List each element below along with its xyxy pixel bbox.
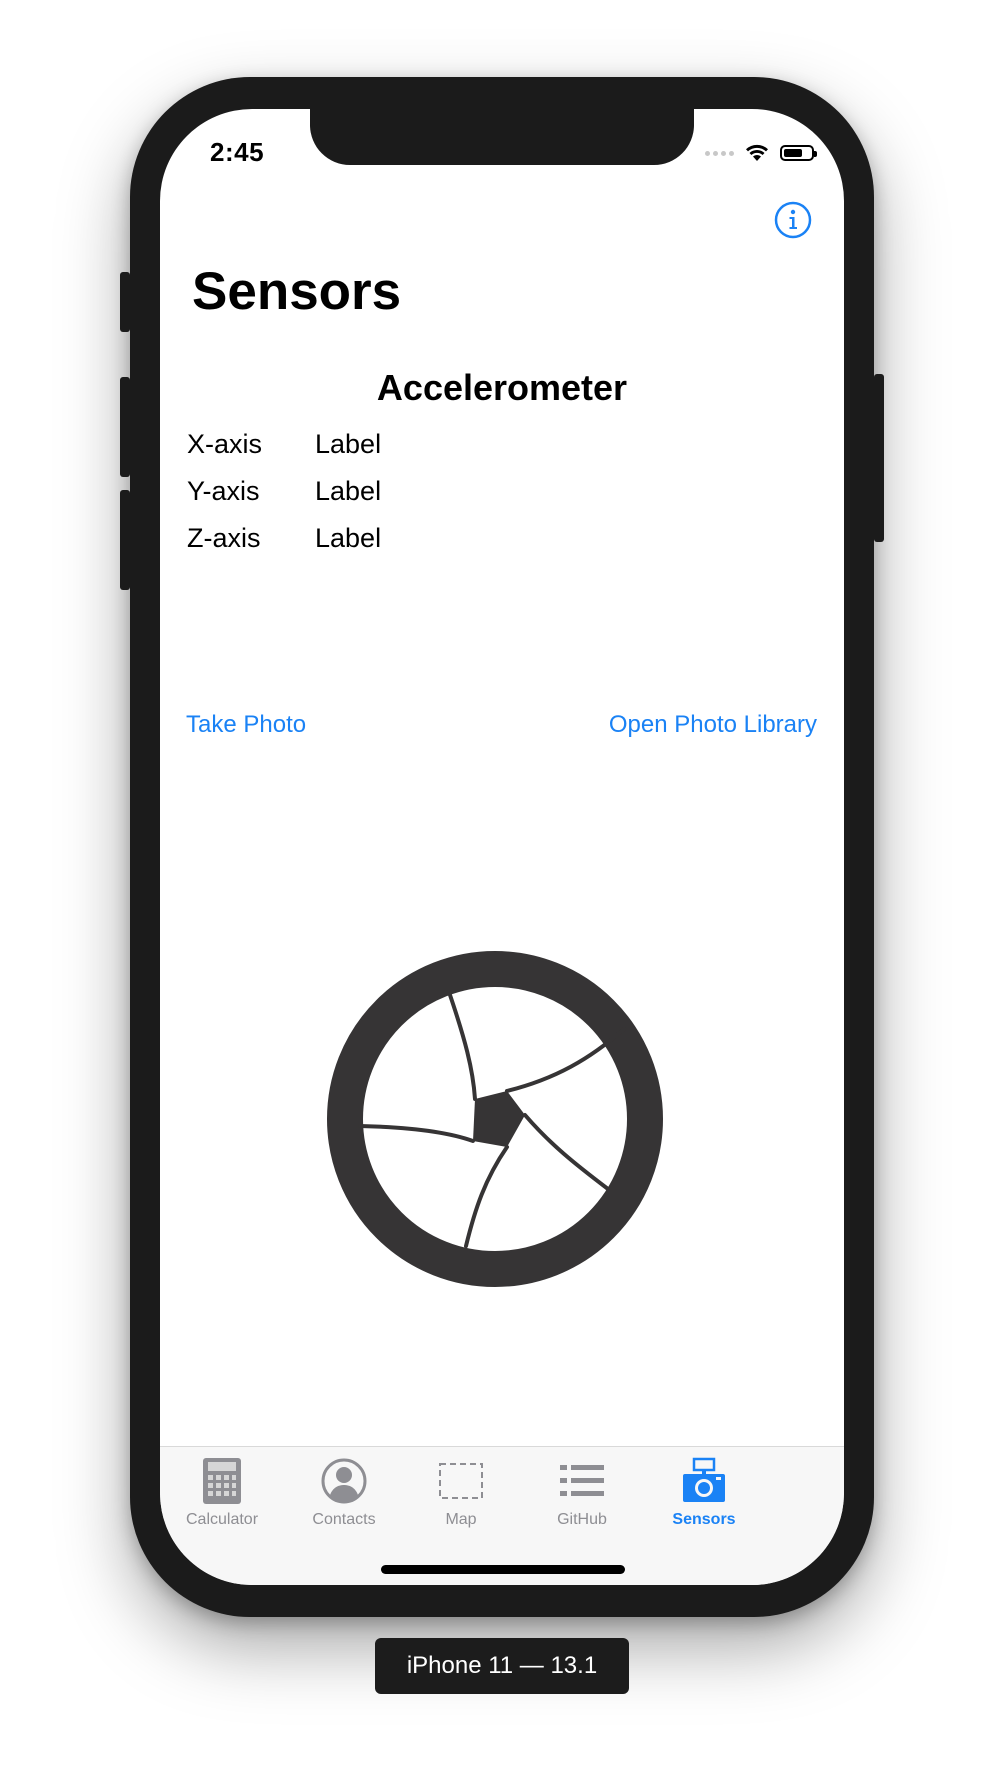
power-button — [874, 374, 884, 542]
dashed-square-icon — [439, 1463, 483, 1499]
tab-github[interactable]: GitHub — [522, 1457, 642, 1533]
simulator-stage: 2:45 Sensors Accelerometer X-axis Label … — [0, 0, 1002, 1766]
camera-aperture-icon — [327, 951, 663, 1287]
calculator-icon — [203, 1458, 241, 1504]
open-photo-library-button[interactable]: Open Photo Library — [609, 711, 817, 739]
notch — [310, 109, 694, 165]
y-axis-label: Y-axis — [187, 476, 260, 506]
z-axis-value: Label — [315, 523, 382, 553]
home-indicator[interactable] — [381, 1565, 625, 1574]
tab-calculator[interactable]: Calculator — [160, 1457, 284, 1533]
tab-sensors[interactable]: Sensors — [644, 1457, 764, 1533]
info-icon[interactable] — [774, 201, 812, 239]
tab-github-label: GitHub — [557, 1511, 607, 1528]
take-photo-button[interactable]: Take Photo — [186, 711, 306, 739]
status-indicators — [705, 141, 817, 165]
status-time: 2:45 — [210, 137, 265, 167]
page-title: Sensors — [192, 262, 402, 321]
volume-up-button — [120, 377, 130, 477]
tab-map-label: Map — [445, 1511, 477, 1528]
x-axis-label: X-axis — [187, 429, 263, 459]
tab-contacts[interactable]: Contacts — [284, 1457, 404, 1533]
cellular-signal-icon — [705, 150, 734, 156]
device-screen: 2:45 Sensors Accelerometer X-axis Label … — [160, 109, 844, 1585]
person-icon — [321, 1458, 367, 1504]
x-axis-value: Label — [315, 429, 382, 459]
device-label: iPhone 11 — 13.1 — [375, 1638, 629, 1694]
wifi-icon — [746, 144, 768, 161]
list-icon — [560, 1465, 604, 1496]
tab-contacts-label: Contacts — [312, 1511, 376, 1528]
camera-icon — [683, 1457, 725, 1502]
iphone-frame: 2:45 Sensors Accelerometer X-axis Label … — [120, 77, 884, 1617]
tab-map[interactable]: Map — [404, 1457, 518, 1533]
mute-switch — [120, 272, 130, 332]
battery-icon — [780, 145, 817, 161]
accelerometer-heading: Accelerometer — [376, 367, 628, 408]
tab-calculator-label: Calculator — [185, 1511, 259, 1528]
y-axis-value: Label — [315, 476, 382, 506]
volume-down-button — [120, 490, 130, 590]
z-axis-label: Z-axis — [187, 523, 261, 553]
tab-sensors-label: Sensors — [672, 1511, 736, 1528]
